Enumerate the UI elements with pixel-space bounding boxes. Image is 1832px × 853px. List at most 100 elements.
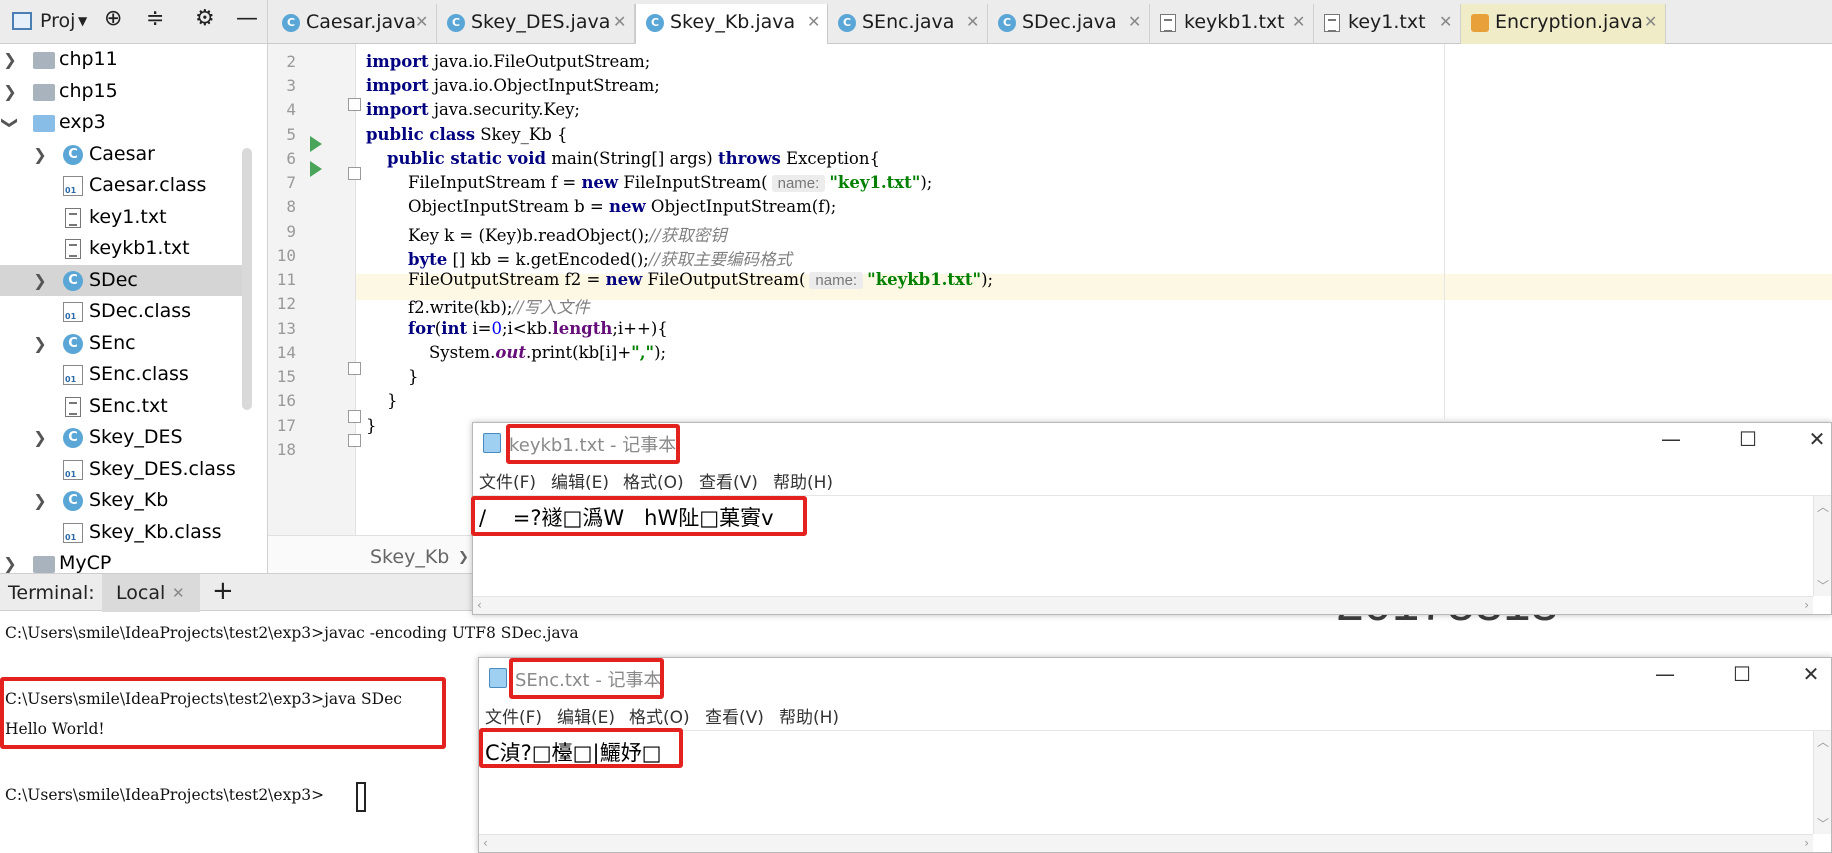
tree-item-senc[interactable]: ❯ C SEnc [0,328,252,360]
close-icon[interactable]: ✕ [966,4,979,40]
project-view-label[interactable]: Proj [40,10,75,32]
code-line-15[interactable]: } [366,367,419,386]
code-line-17[interactable]: } [366,416,377,435]
close-icon[interactable]: ✕ [1292,4,1305,40]
tree-item-key1-txt[interactable]: key1.txt [0,202,252,234]
breadcrumb-item[interactable]: Skey_Kb [370,546,449,568]
code-line-4[interactable]: import java.security.Key; [366,100,580,119]
code-line-2[interactable]: import java.io.FileOutputStream; [366,52,650,71]
project-scrollbar[interactable] [242,148,252,410]
scroll-left-icon[interactable]: ‹ [477,598,482,612]
chevron-right-icon[interactable]: ❯ [2,548,18,573]
hide-panel-icon[interactable]: — [236,6,258,31]
close-icon[interactable]: ✕ [1128,4,1141,40]
fold-icon[interactable] [348,410,361,423]
fold-icon[interactable] [348,167,361,180]
maximize-button[interactable]: ☐ [1722,662,1762,686]
close-button[interactable]: ✕ [1791,662,1831,686]
tree-item-caesar[interactable]: ❯ C Caesar [0,139,252,171]
menu-format[interactable]: 格式(O) [629,703,690,728]
code-line-6[interactable]: public static void main(String[] args) t… [366,149,880,168]
menu-edit[interactable]: 编辑(E) [557,703,615,728]
code-line-9[interactable]: Key k = (Key)b.readObject();//获取密钥 [366,222,727,246]
chevron-right-icon[interactable]: ❯ [32,139,48,171]
run-icon[interactable] [310,136,322,152]
gear-icon[interactable]: ⚙ [195,6,215,31]
tree-item-skey-kb[interactable]: ❯ C Skey_Kb [0,485,252,517]
close-icon[interactable]: ✕ [415,4,428,40]
fold-icon[interactable] [348,98,361,111]
tree-item-chp15[interactable]: ❯ chp15 [0,76,252,108]
menu-file[interactable]: 文件(F) [485,703,542,728]
chevron-right-icon[interactable]: ❯ [2,44,18,76]
chevron-right-icon[interactable]: ❯ [2,76,18,108]
menu-view[interactable]: 查看(V) [699,468,758,493]
tab-skey-des-java[interactable]: C Skey_DES.java ✕ [437,4,635,44]
minimize-button[interactable]: — [1651,427,1691,451]
tree-item-chp11[interactable]: ❯ chp11 [0,44,252,76]
tab-key1-txt[interactable]: key1.txt ✕ [1314,4,1461,44]
terminal-prompt[interactable]: C:\Users\smile\IdeaProjects\test2\exp3> [5,786,324,804]
dropdown-arrow-icon[interactable]: ▼ [78,14,87,28]
collapse-all-icon[interactable]: ≑ [146,6,164,31]
vertical-scrollbar[interactable]: ︿ ﹀ [1813,496,1831,596]
menu-edit[interactable]: 编辑(E) [551,468,609,493]
close-icon[interactable]: ✕ [807,4,820,40]
close-icon[interactable]: ✕ [172,584,185,602]
chevron-right-icon[interactable]: ❯ [32,485,48,517]
scroll-left-icon[interactable]: ‹ [483,836,488,850]
tab-keykb1-txt[interactable]: keykb1.txt ✕ [1150,4,1314,44]
notepad-titlebar[interactable]: SEnc.txt - 记事本 — ☐ ✕ [479,658,1831,698]
fold-icon[interactable] [348,434,361,447]
code-line-3[interactable]: import java.io.ObjectInputStream; [366,76,660,95]
code-line-7[interactable]: FileInputStream f = new FileInputStream(… [366,173,932,192]
horizontal-scrollbar[interactable]: ‹ › [473,596,1813,614]
tree-item-mycp[interactable]: ❯ MyCP [0,548,252,573]
maximize-button[interactable]: ☐ [1728,427,1768,451]
code-line-8[interactable]: ObjectInputStream b = new ObjectInputStr… [366,197,836,216]
fold-icon[interactable] [348,362,361,375]
code-line-13[interactable]: for(int i=0;i<kb.length;i++){ [366,319,668,338]
close-icon[interactable]: ✕ [1644,4,1657,40]
chevron-right-icon[interactable]: ❯ [32,422,48,454]
scroll-right-icon[interactable]: › [1804,598,1809,612]
locate-target-icon[interactable]: ⊕ [104,6,122,31]
minimize-button[interactable]: — [1645,662,1685,686]
tree-item-skey-des-class[interactable]: Skey_DES.class [0,454,252,486]
scroll-right-icon[interactable]: › [1804,836,1809,850]
tab-caesar-java[interactable]: C Caesar.java ✕ [272,4,437,44]
tab-sdec-java[interactable]: C SDec.java ✕ [988,4,1150,44]
chevron-right-icon[interactable]: ❯ [32,328,48,360]
scroll-down-icon[interactable]: ﹀ [1817,577,1829,594]
code-line-16[interactable]: } [366,391,398,410]
notepad-window-keykb1[interactable]: keykb1.txt - 记事本 — ☐ ✕ 文件(F) 编辑(E) 格式(O)… [471,422,1832,615]
tree-item-sdec-class[interactable]: SDec.class [0,296,252,328]
menu-help[interactable]: 帮助(H) [773,468,833,493]
code-line-12[interactable]: f2.write(kb);//写入文件 [366,294,590,318]
horizontal-scrollbar[interactable]: ‹ › [479,834,1813,852]
close-icon[interactable]: ✕ [613,4,626,40]
tab-skey-kb-java[interactable]: C Skey_Kb.java ✕ [635,4,828,44]
tab-senc-java[interactable]: C SEnc.java ✕ [828,4,988,44]
tree-item-exp3[interactable]: ❯ exp3 [0,107,252,139]
code-line-10[interactable]: byte [] kb = k.getEncoded();//获取主要编码格式 [366,246,792,270]
tree-item-senc-class[interactable]: SEnc.class [0,359,252,391]
tree-item-sdec[interactable]: ❯ C SDec [0,264,252,297]
menu-file[interactable]: 文件(F) [479,468,536,493]
tree-item-skey-des[interactable]: ❯ C Skey_DES [0,422,252,454]
code-line-14[interactable]: System.out.print(kb[i]+","); [366,343,666,362]
tree-item-skey-kb-class[interactable]: Skey_Kb.class [0,517,252,549]
add-terminal-button[interactable]: + [212,576,234,606]
scroll-up-icon[interactable]: ︿ [1817,498,1829,515]
menu-view[interactable]: 查看(V) [705,703,764,728]
tree-item-caesar-class[interactable]: Caesar.class [0,170,252,202]
chevron-right-icon[interactable]: ❯ [32,265,48,297]
project-view-icon[interactable] [12,12,32,30]
tree-item-keykb1-txt[interactable]: keykb1.txt [0,233,252,265]
run-icon[interactable] [310,161,322,177]
chevron-down-icon[interactable]: ❯ [0,115,26,131]
tab-terminal-local[interactable]: Local ✕ [102,574,200,612]
tab-encryption-java[interactable]: Encryption.java ✕ [1461,4,1666,44]
notepad-window-senc[interactable]: SEnc.txt - 记事本 — ☐ ✕ 文件(F) 编辑(E) 格式(O) 查… [478,657,1832,853]
code-line-11[interactable]: FileOutputStream f2 = new FileOutputStre… [366,270,993,289]
